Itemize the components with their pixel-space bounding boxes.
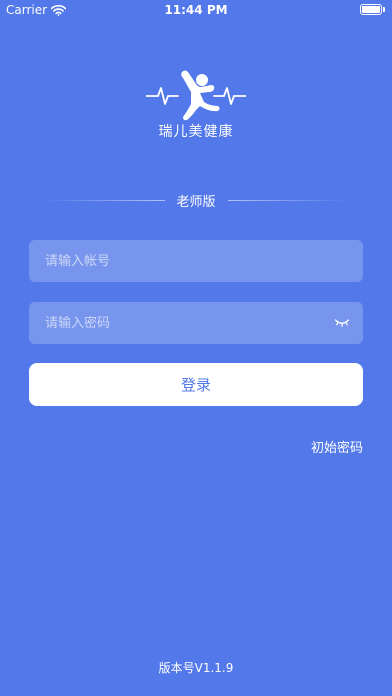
account-input[interactable] <box>45 253 347 269</box>
status-time: 11:44 PM <box>164 3 228 17</box>
app-logo-icon <box>146 70 246 121</box>
battery-level <box>362 6 380 13</box>
initial-password-link[interactable]: 初始密码 <box>311 437 363 456</box>
edition-divider-left <box>44 199 165 201</box>
app-name: 瑞儿美健康 <box>158 124 234 140</box>
password-field[interactable] <box>29 302 363 344</box>
eye-closed-icon[interactable] <box>334 317 350 329</box>
version-label: 版本号V1.1.9 <box>158 661 234 675</box>
account-field[interactable] <box>29 240 363 282</box>
password-input[interactable] <box>45 315 334 331</box>
login-button[interactable]: 登录 <box>29 363 363 406</box>
edition-divider-right <box>227 199 349 201</box>
status-bar: Carrier 11:44 PM <box>0 0 392 20</box>
edition-label: 老师版 <box>176 194 216 210</box>
battery-icon <box>360 4 382 15</box>
battery-cap <box>383 7 385 12</box>
edition-header: 老师版 <box>44 190 349 210</box>
